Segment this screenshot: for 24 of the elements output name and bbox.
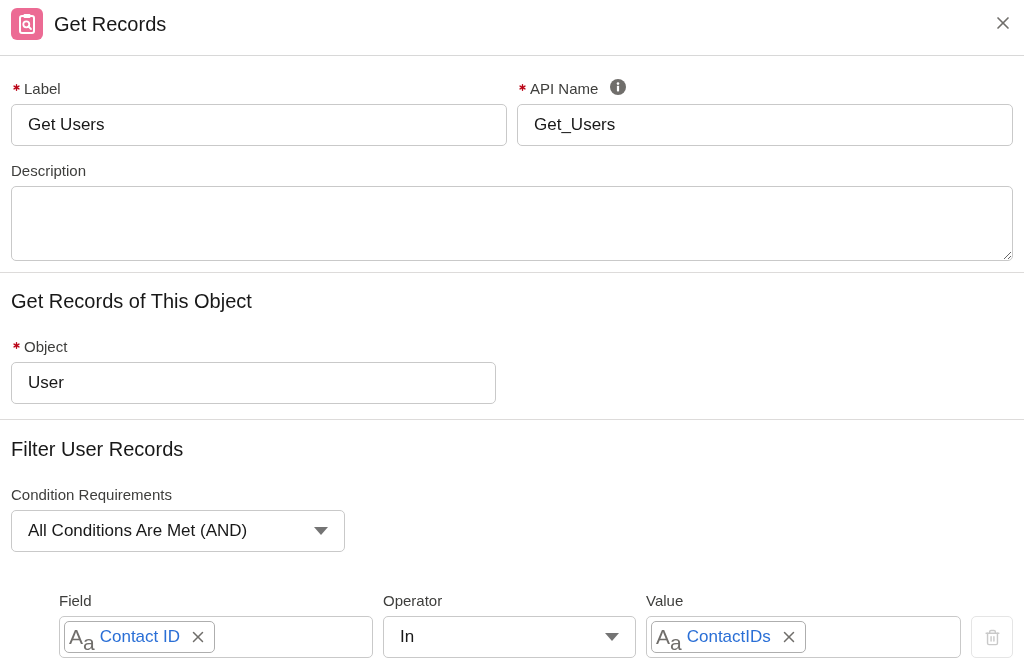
pill-label: Contact ID [99,627,180,647]
field-label: Condition Requirements [11,486,172,504]
dialog-title: Get Records [54,12,167,37]
text-field[interactable]: Get_Users [517,104,1013,146]
caret-icon [605,633,619,641]
section-title: Filter User Records [11,437,184,461]
field-label: API Name [530,80,599,98]
description-field[interactable] [11,186,1013,261]
field-label: Description [11,162,87,180]
caret-icon [314,527,328,535]
operator-select[interactable]: In [383,616,636,658]
text-field[interactable]: Get Users [11,104,507,146]
field-label: Object [24,338,68,356]
info-icon[interactable] [610,79,627,95]
field-label: Value [646,592,684,610]
field-label: Field [59,592,92,610]
clipboard-search-icon [11,8,43,40]
trash-icon [983,628,1001,646]
field-label: Operator [383,592,443,610]
pill-label: ContactIDs [686,627,771,647]
field-label: Label [24,80,61,98]
section-title: Get Records of This Object [11,289,252,313]
condition-select[interactable]: All Conditions Are Met (AND) [11,510,345,552]
object-field[interactable]: User [11,362,496,404]
